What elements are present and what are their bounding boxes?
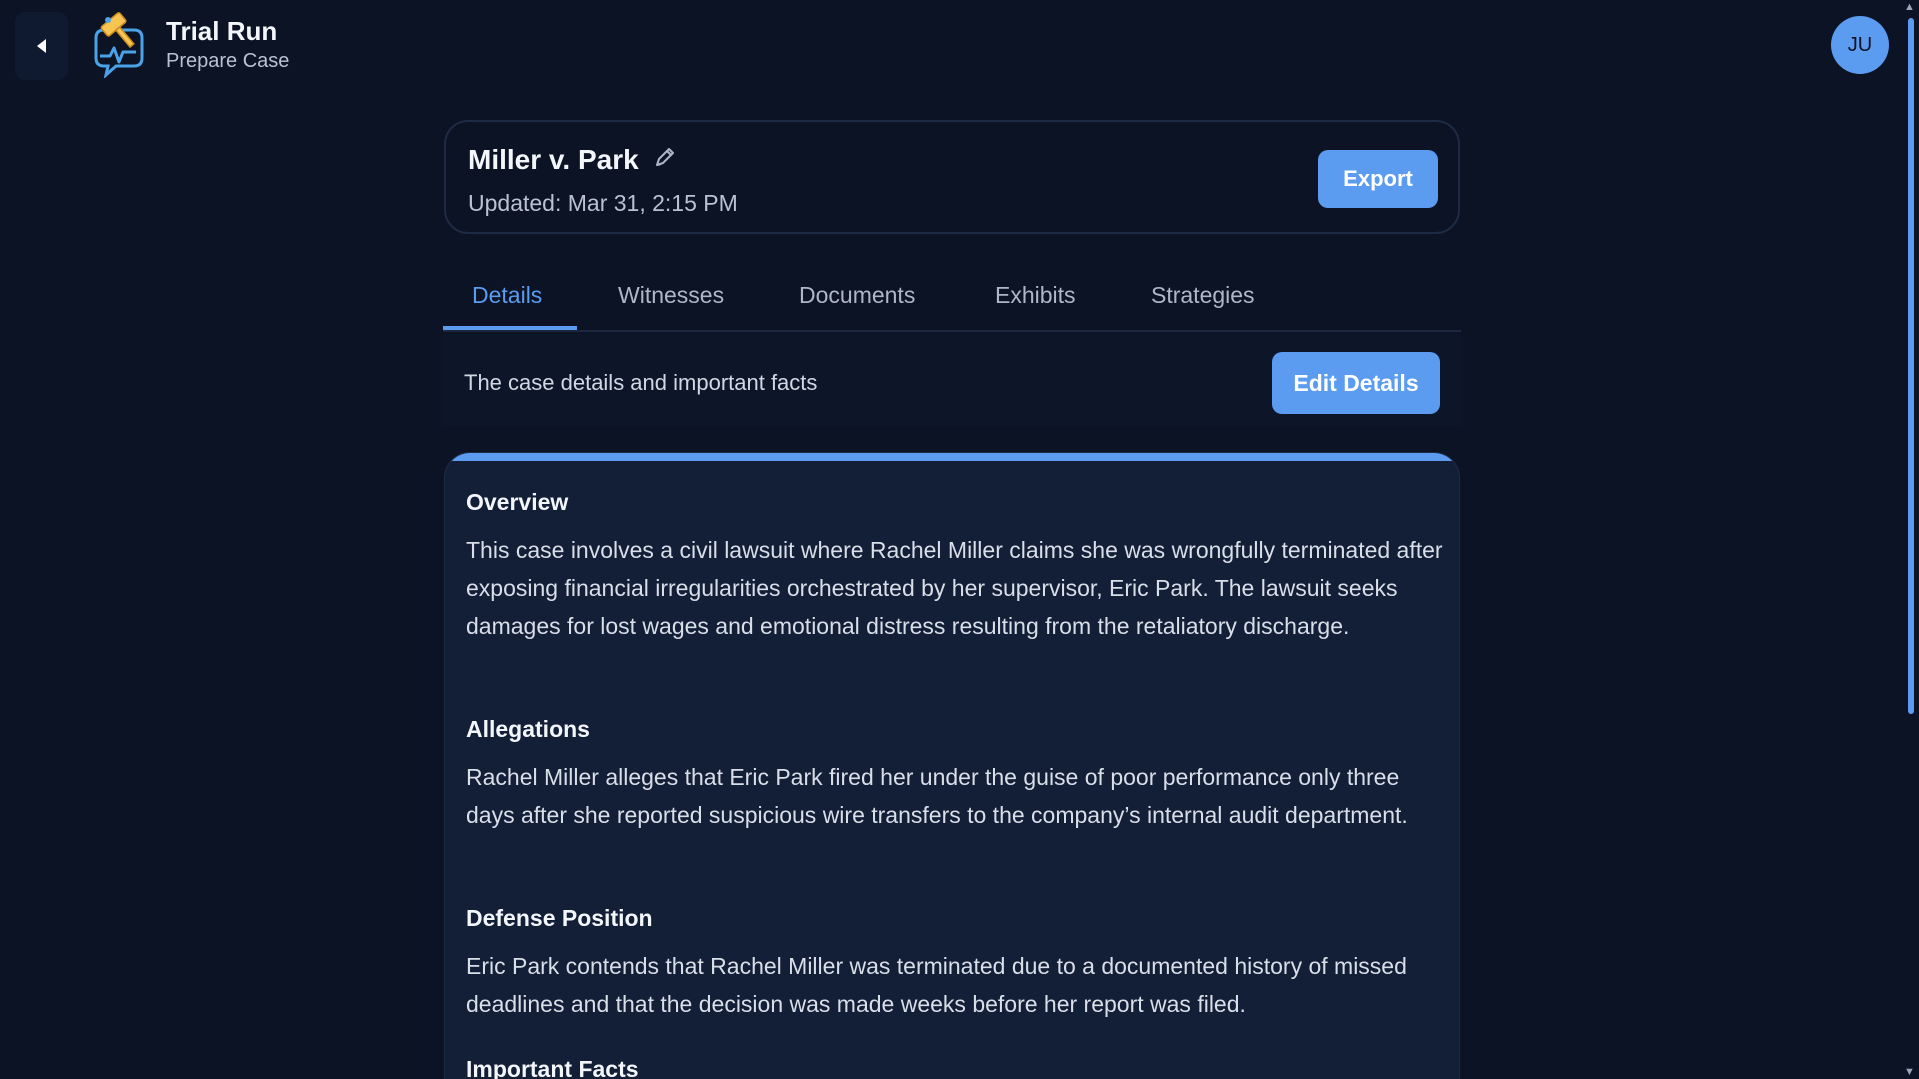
scrollbar-thumb[interactable]	[1908, 18, 1914, 714]
page-scrollbar[interactable]: ▲ ▼	[1900, 0, 1919, 1079]
section-body-defense-position: Eric Park contends that Rachel Miller wa…	[466, 953, 1407, 1017]
case-tabs: Details Witnesses Documents Exhibits Str…	[443, 268, 1461, 332]
tab-documents[interactable]: Documents	[799, 282, 915, 309]
section-title-overview: Overview	[466, 489, 569, 515]
edit-details-button[interactable]: Edit Details	[1272, 352, 1440, 414]
section-title-defense-position: Defense Position	[466, 905, 653, 931]
pencil-icon[interactable]	[652, 144, 678, 170]
case-header-card: Miller v. Park Updated: Mar 31, 2:15 PM …	[444, 120, 1460, 234]
active-tab-indicator	[443, 326, 577, 330]
section-title-allegations: Allegations	[466, 716, 590, 742]
tab-strategies[interactable]: Strategies	[1151, 282, 1255, 309]
app-window: Trial Run Prepare Case JU Miller v. Park…	[0, 0, 1919, 1079]
section-body-overview: This case involves a civil lawsuit where…	[466, 537, 1443, 639]
app-subtitle: Prepare Case	[166, 50, 290, 72]
case-updated-timestamp: Updated: Mar 31, 2:15 PM	[468, 190, 738, 216]
tab-details[interactable]: Details	[472, 282, 542, 309]
details-description: The case details and important facts	[464, 370, 818, 395]
top-bar: Trial Run Prepare Case JU	[0, 0, 1900, 96]
scroll-down-arrow-icon[interactable]: ▼	[1900, 1065, 1919, 1079]
case-title: Miller v. Park	[468, 144, 639, 175]
section-title-important-facts: Important Facts	[466, 1056, 639, 1079]
section-body-allegations: Rachel Miller alleges that Eric Park fir…	[466, 764, 1408, 828]
app-title: Trial Run	[166, 16, 278, 46]
user-avatar[interactable]: JU	[1831, 16, 1889, 74]
tab-witnesses[interactable]: Witnesses	[618, 282, 724, 309]
case-details-card: Overview This case involves a civil laws…	[444, 452, 1460, 1079]
export-button[interactable]: Export	[1318, 150, 1438, 208]
chevron-left-icon	[36, 39, 46, 53]
tab-exhibits[interactable]: Exhibits	[995, 282, 1076, 309]
gavel-chat-logo-icon	[94, 12, 144, 78]
card-accent-bar	[445, 453, 1459, 461]
details-description-bar: The case details and important facts Edi…	[444, 334, 1460, 426]
back-button[interactable]	[15, 12, 68, 80]
scroll-up-arrow-icon[interactable]: ▲	[1900, 0, 1919, 14]
